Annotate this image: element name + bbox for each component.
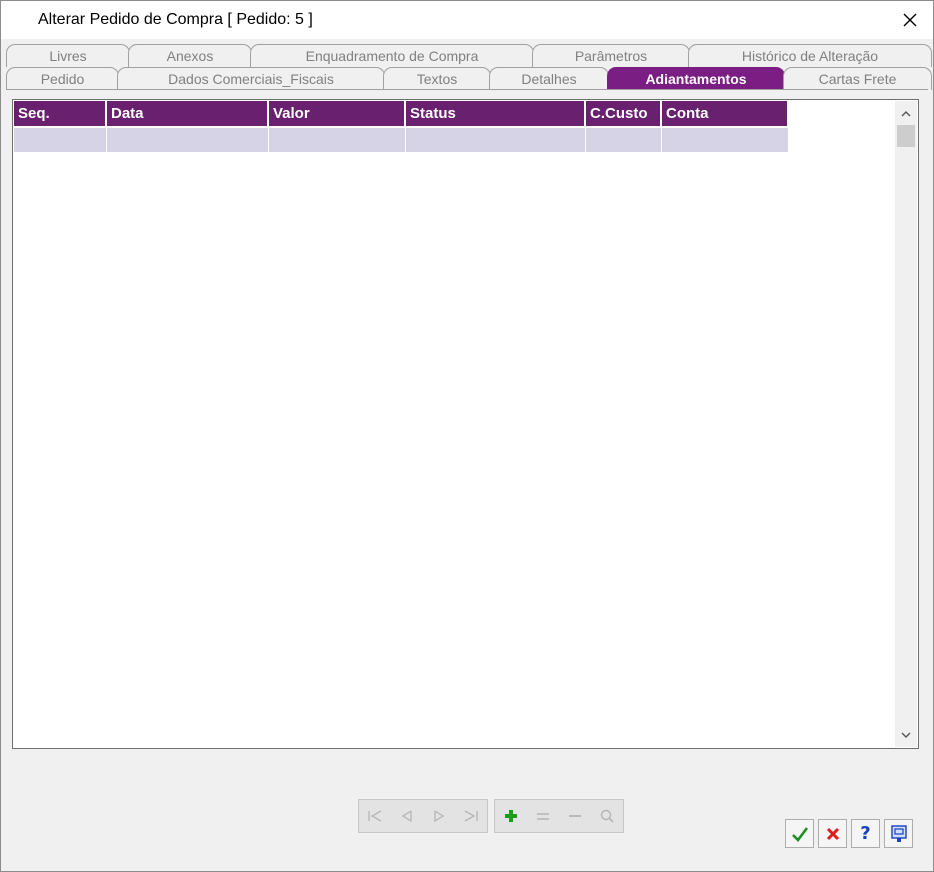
nav-group-move [358,799,488,833]
scroll-up-button[interactable] [895,103,917,123]
tab-textos[interactable]: Textos [383,67,491,90]
tab-historico-de-alteracao[interactable]: Histórico de Alteração [688,44,932,67]
last-record-button[interactable] [455,800,487,832]
column-header-status[interactable]: Status [406,101,586,127]
tab-cartas-frete[interactable]: Cartas Frete [783,67,932,90]
insert-icon [505,810,517,822]
ok-button[interactable] [785,819,814,848]
tab-adiantamentos[interactable]: Adiantamentos [607,67,785,90]
cell-conta[interactable] [662,128,789,152]
vertical-scrollbar[interactable] [895,101,917,747]
tab-strip: Livres Anexos Enquadramento de Compra Pa… [1,39,933,91]
tab-enquadramento-de-compra[interactable]: Enquadramento de Compra [250,44,534,67]
scroll-down-button[interactable] [895,725,917,745]
chevron-up-icon [901,110,911,116]
print-button[interactable] [884,819,913,848]
cell-c-custo[interactable] [586,128,662,152]
tab-anexos[interactable]: Anexos [128,44,252,67]
delete-icon [569,815,581,817]
tab-livres[interactable]: Livres [6,44,130,67]
column-header-seq[interactable]: Seq. [14,101,107,127]
first-icon [368,810,382,822]
cancel-icon [826,827,839,840]
column-header-conta[interactable]: Conta [662,101,789,127]
adiantamentos-grid[interactable]: Seq. Data Valor Status C.Custo Conta [12,99,919,749]
close-button[interactable] [887,1,933,39]
cell-seq[interactable] [14,128,107,152]
grid-header: Seq. Data Valor Status C.Custo Conta [14,101,789,127]
column-header-valor[interactable]: Valor [269,101,406,127]
nav-group-edit [494,799,624,833]
prior-icon [401,810,412,823]
chevron-down-icon [901,732,911,738]
edit-record-button[interactable] [527,800,559,832]
window-title: Alterar Pedido de Compra [ Pedido: 5 ] [38,11,313,28]
insert-record-button[interactable] [495,800,527,832]
next-record-button[interactable] [423,800,455,832]
tab-dados-comerciais-fiscais[interactable]: Dados Comerciais_Fiscais [117,67,385,90]
help-button[interactable]: ? [851,819,880,848]
close-icon [903,13,917,27]
delete-record-button[interactable] [559,800,591,832]
title-bar: Alterar Pedido de Compra [ Pedido: 5 ] [1,1,933,39]
last-icon [464,810,478,822]
print-icon [890,824,907,842]
column-header-data[interactable]: Data [107,101,269,127]
tab-detalhes[interactable]: Detalhes [489,67,609,90]
cancel-button[interactable] [818,819,847,848]
help-icon: ? [860,823,871,844]
cell-data[interactable] [107,128,269,152]
search-icon [600,809,614,823]
tab-parametros[interactable]: Parâmetros [532,44,690,67]
dialog-actions: ? [785,819,913,848]
next-icon [434,810,445,823]
prior-record-button[interactable] [391,800,423,832]
dialog-window: Alterar Pedido de Compra [ Pedido: 5 ] L… [0,0,934,872]
cell-status[interactable] [406,128,586,152]
search-record-button[interactable] [591,800,623,832]
edit-icon [537,813,549,820]
tab-pedido[interactable]: Pedido [6,67,119,90]
ok-icon [791,826,808,842]
column-header-c-custo[interactable]: C.Custo [586,101,662,127]
scroll-thumb[interactable] [897,125,915,147]
table-row[interactable] [14,128,789,152]
cell-valor[interactable] [269,128,406,152]
first-record-button[interactable] [359,800,391,832]
db-navigator [358,799,624,833]
